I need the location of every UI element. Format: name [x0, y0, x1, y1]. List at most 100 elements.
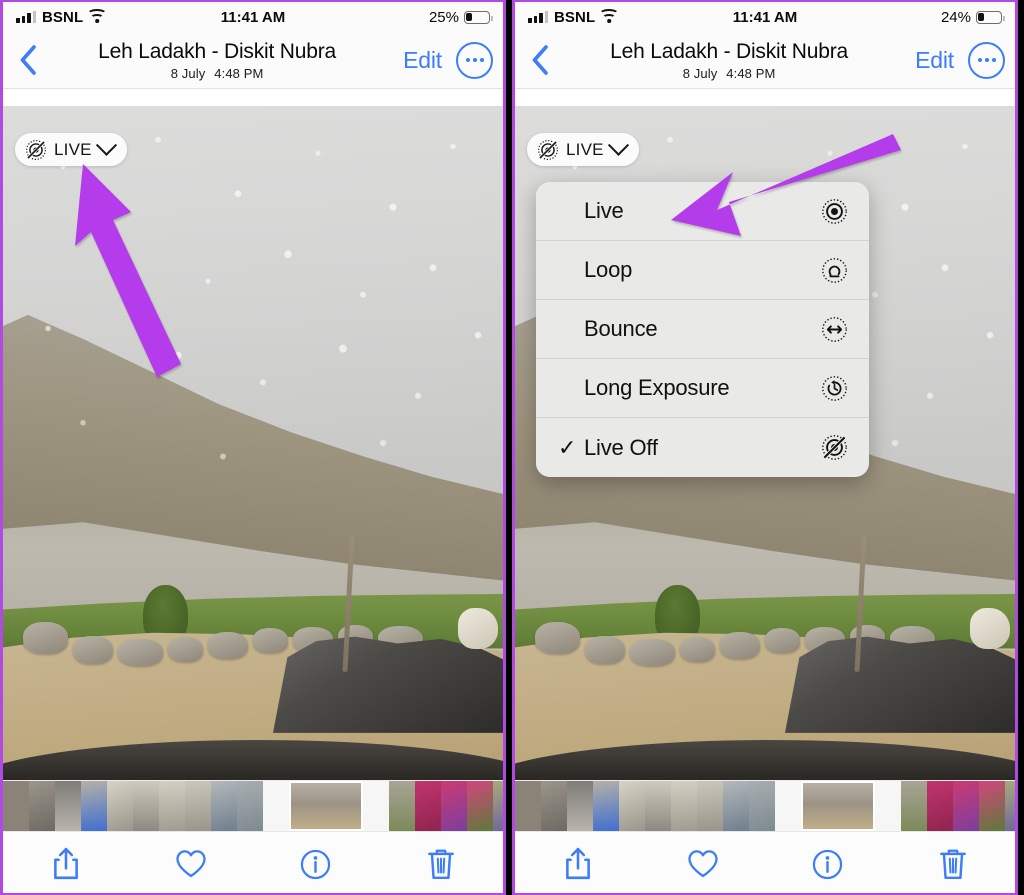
share-button[interactable]: [555, 841, 601, 887]
photo-timestamp: 8 July 4:48 PM: [39, 67, 395, 80]
more-options-button[interactable]: [968, 41, 1005, 79]
cellular-signal-icon: [528, 11, 548, 23]
photo-image[interactable]: LIVE Live Loop Bounce Long Exposure ✓ Li…: [515, 106, 1015, 780]
menu-item-bounce[interactable]: Bounce: [536, 300, 869, 359]
photo-viewer: LIVE Live Loop Bounce Long Exposure ✓ Li…: [515, 89, 1015, 780]
loop-icon: [819, 255, 849, 285]
filmstrip-gap: [363, 781, 389, 831]
photo-timestamp: 8 July 4:48 PM: [551, 67, 907, 80]
live-badge-label: LIVE: [566, 139, 604, 159]
filmstrip-thumb[interactable]: [953, 781, 979, 831]
favorite-button[interactable]: [680, 841, 726, 887]
filmstrip-thumb-selected[interactable]: [289, 781, 363, 831]
filmstrip-thumb[interactable]: [81, 781, 107, 831]
photo-filmstrip[interactable]: [3, 780, 503, 831]
filmstrip-thumb[interactable]: [159, 781, 185, 831]
carrier-label: BSNL: [554, 8, 596, 26]
edit-button[interactable]: Edit: [907, 47, 962, 74]
live-photo-off-icon: [819, 433, 849, 463]
favorite-button[interactable]: [168, 841, 214, 887]
filmstrip-thumb[interactable]: [389, 781, 415, 831]
filmstrip-thumb[interactable]: [645, 781, 671, 831]
screenshot-panel-right: BSNL 11:41 AM 24% Leh Ladakh - Diskit Nu…: [512, 0, 1018, 895]
photo-title-block: Leh Ladakh - Diskit Nubra 8 July 4:48 PM: [39, 41, 395, 80]
edit-button[interactable]: Edit: [395, 47, 450, 74]
delete-button[interactable]: [930, 841, 976, 887]
trash-icon: [939, 849, 966, 880]
info-icon: [812, 849, 843, 879]
carrier-label: BSNL: [42, 8, 84, 26]
filmstrip-thumb[interactable]: [237, 781, 263, 831]
filmstrip-thumb[interactable]: [493, 781, 503, 831]
live-photo-off-icon: [538, 139, 558, 160]
filmstrip-thumb[interactable]: [567, 781, 593, 831]
filmstrip-thumb[interactable]: [901, 781, 927, 831]
heart-icon: [687, 850, 718, 878]
cellular-signal-icon: [16, 11, 36, 23]
page-title: Leh Ladakh - Diskit Nubra: [98, 39, 336, 63]
filmstrip-thumb[interactable]: [593, 781, 619, 831]
filmstrip-thumb[interactable]: [467, 781, 493, 831]
navigation-bar: Leh Ladakh - Diskit Nubra 8 July 4:48 PM …: [3, 32, 503, 89]
share-button[interactable]: [43, 841, 89, 887]
menu-item-long-exposure[interactable]: Long Exposure: [536, 359, 869, 418]
info-icon: [300, 849, 331, 879]
filmstrip-thumb[interactable]: [515, 781, 541, 831]
filmstrip-thumb[interactable]: [541, 781, 567, 831]
live-photo-off-icon: [26, 139, 46, 160]
filmstrip-thumb[interactable]: [1005, 781, 1015, 831]
battery-percent-label: 24%: [940, 8, 971, 26]
info-button[interactable]: [293, 841, 339, 887]
menu-item-loop[interactable]: Loop: [536, 241, 869, 300]
photo-title-block: Leh Ladakh - Diskit Nubra 8 July 4:48 PM: [551, 41, 907, 80]
photo-top-gap: [515, 89, 1015, 106]
filmstrip-thumb[interactable]: [979, 781, 1005, 831]
menu-label-live-off: Live Off: [584, 434, 658, 460]
menu-check-live-off: ✓: [558, 434, 577, 460]
live-effect-menu: Live Loop Bounce Long Exposure ✓ Live Of…: [536, 182, 869, 477]
filmstrip-thumb[interactable]: [3, 781, 29, 831]
bottom-toolbar: [515, 831, 1015, 893]
menu-label-bounce: Bounce: [584, 316, 658, 341]
filmstrip-thumb[interactable]: [185, 781, 211, 831]
filmstrip-thumb-selected[interactable]: [801, 781, 875, 831]
menu-item-live-off[interactable]: ✓ Live Off: [536, 418, 869, 477]
filmstrip-thumb[interactable]: [441, 781, 467, 831]
live-photo-badge[interactable]: LIVE: [15, 133, 127, 166]
more-options-button[interactable]: [456, 41, 493, 79]
filmstrip-thumb[interactable]: [697, 781, 723, 831]
filmstrip-thumb[interactable]: [723, 781, 749, 831]
menu-label-long-exposure: Long Exposure: [584, 375, 730, 400]
live-photo-badge[interactable]: LIVE: [527, 133, 639, 166]
battery-percent-label: 25%: [428, 8, 459, 26]
filmstrip-thumb[interactable]: [55, 781, 81, 831]
filmstrip-thumb[interactable]: [749, 781, 775, 831]
menu-item-live[interactable]: Live: [536, 182, 869, 241]
page-title: Leh Ladakh - Diskit Nubra: [610, 39, 848, 63]
battery-icon: [464, 10, 493, 24]
filmstrip-thumb[interactable]: [211, 781, 237, 831]
filmstrip-thumb[interactable]: [619, 781, 645, 831]
filmstrip-gap: [875, 781, 901, 831]
bounce-icon: [819, 314, 849, 344]
menu-label-live: Live: [584, 198, 624, 223]
photo-rain-droplets: [3, 106, 503, 780]
comparison-stage: BSNL 11:41 AM 25% Leh Ladakh - Diskit Nu…: [0, 0, 1024, 895]
chevron-down-icon: [95, 134, 117, 156]
filmstrip-thumb[interactable]: [133, 781, 159, 831]
filmstrip-thumb[interactable]: [107, 781, 133, 831]
photo-image[interactable]: LIVE: [3, 106, 503, 780]
photo-filmstrip[interactable]: [515, 780, 1015, 831]
photo-time: 4:48 PM: [214, 65, 264, 81]
filmstrip-thumb[interactable]: [29, 781, 55, 831]
filmstrip-thumb[interactable]: [927, 781, 953, 831]
delete-button[interactable]: [418, 841, 464, 887]
status-left: BSNL: [528, 8, 620, 26]
photo-date: 8 July: [170, 65, 206, 81]
bottom-toolbar: [3, 831, 503, 893]
filmstrip-gap: [263, 781, 289, 831]
filmstrip-thumb[interactable]: [671, 781, 697, 831]
filmstrip-thumb[interactable]: [415, 781, 441, 831]
info-button[interactable]: [805, 841, 851, 887]
share-icon: [565, 847, 590, 880]
